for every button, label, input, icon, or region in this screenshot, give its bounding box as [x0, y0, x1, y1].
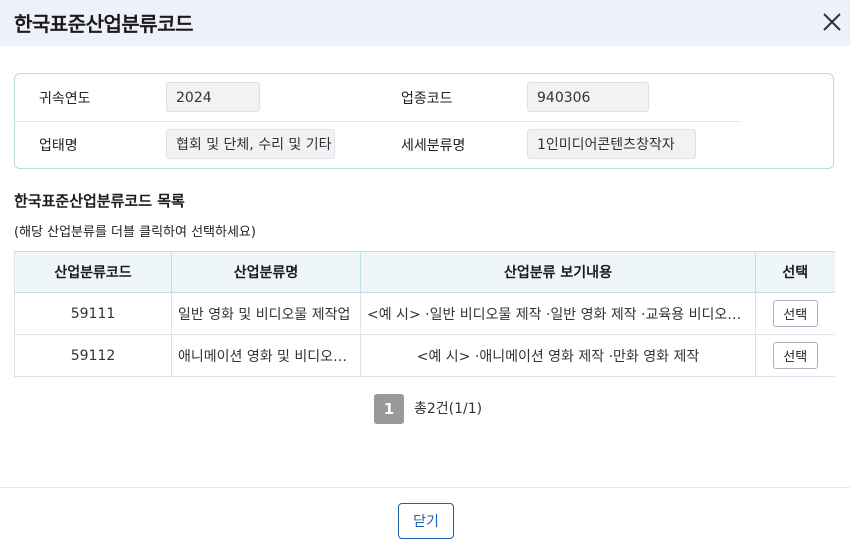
- info-divider: [15, 121, 740, 122]
- code-cell: 59111: [14, 292, 172, 335]
- select-button[interactable]: 선택: [772, 342, 818, 369]
- list-subtitle: (해당 산업분류를 더블 클릭하여 선택하세요): [14, 225, 256, 240]
- description-cell: <예 시> ·애니메이션 영화 제작 ·만화 영화 제작: [360, 334, 756, 377]
- table-header-row: 산업분류코드 산업분류명 산업분류 보기내용 선택: [14, 251, 835, 293]
- select-cell: 선택: [755, 334, 835, 377]
- table-row[interactable]: 59111 일반 영화 및 비디오물 제작업 <예 시> ·일반 비디오물 제작…: [14, 292, 835, 335]
- column-header-code[interactable]: 산업분류코드: [14, 251, 172, 293]
- subclass-field: 1인미디어콘텐츠창작자: [527, 129, 696, 159]
- select-button[interactable]: 선택: [772, 300, 818, 327]
- footer-divider: [0, 487, 850, 488]
- year-label: 귀속연도: [39, 91, 91, 107]
- close-icon[interactable]: [818, 8, 846, 36]
- name-cell: 애니메이션 영화 및 비디오물 제작업: [171, 334, 361, 377]
- year-field: 2024: [166, 82, 260, 112]
- code-cell: 59112: [14, 334, 172, 377]
- subclass-label: 세세분류명: [401, 138, 466, 154]
- info-panel: 귀속연도 2024 업종코드 940306 업태명 협회 및 단체, 수리 및 …: [14, 73, 834, 169]
- table-row[interactable]: 59112 애니메이션 영화 및 비디오물 제작업 <예 시> ·애니메이션 영…: [14, 334, 835, 377]
- name-cell: 일반 영화 및 비디오물 제작업: [171, 292, 361, 335]
- list-title: 한국표준산업분류코드 목록: [14, 192, 185, 210]
- column-header-select[interactable]: 선택: [755, 251, 835, 293]
- column-header-name[interactable]: 산업분류명: [171, 251, 361, 293]
- total-count: 총2건(1/1): [414, 401, 483, 417]
- industry-code-table: 산업분류코드 산업분류명 산업분류 보기내용 선택 59111 일반 영화 및 …: [14, 251, 835, 377]
- page-number-current[interactable]: 1: [374, 394, 404, 424]
- select-cell: 선택: [755, 292, 835, 335]
- industry-code-label: 업종코드: [401, 91, 453, 107]
- dialog-title: 한국표준산업분류코드: [14, 12, 194, 36]
- column-header-description[interactable]: 산업분류 보기내용: [360, 251, 756, 293]
- dialog-header: 한국표준산업분류코드: [0, 0, 850, 46]
- business-type-field: 협회 및 단체, 수리 및 기타: [166, 129, 335, 159]
- business-type-label: 업태명: [39, 138, 78, 154]
- close-button[interactable]: 닫기: [398, 503, 454, 539]
- description-cell: <예 시> ·일반 비디오물 제작 ·일반 영화 제작 ·교육용 비디오물 제작: [360, 292, 756, 335]
- industry-code-field: 940306: [527, 82, 649, 112]
